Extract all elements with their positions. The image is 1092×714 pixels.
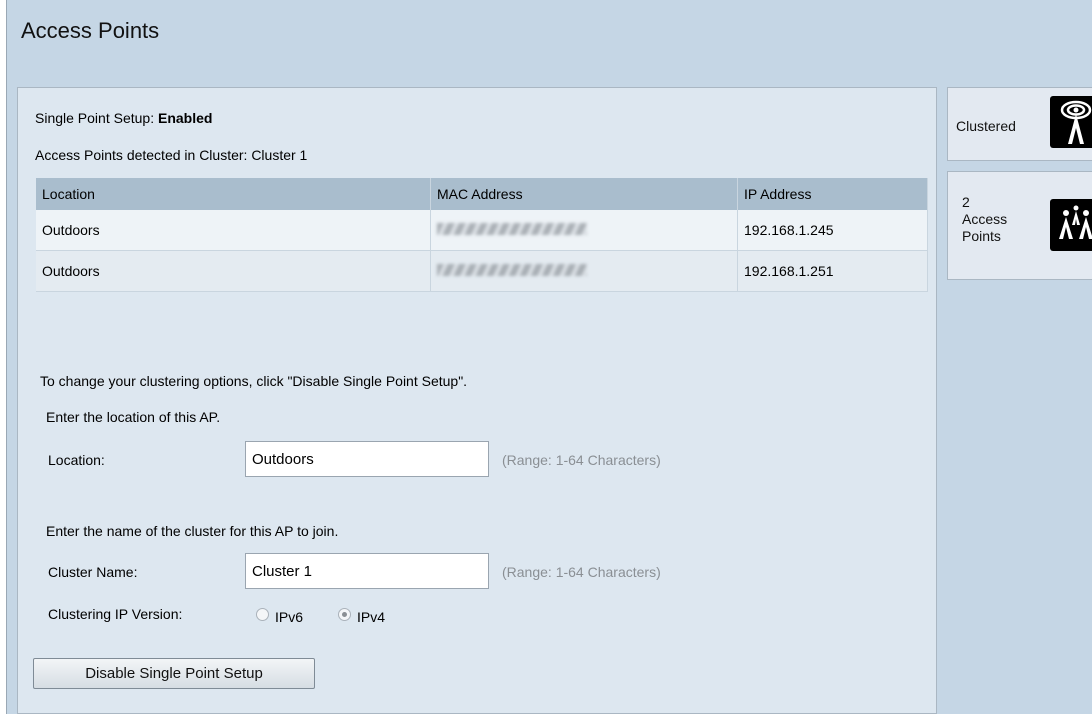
ipv6-radio[interactable] (256, 608, 269, 621)
cell-ip: 192.168.1.245 (737, 210, 928, 251)
table-row: Outdoors 192.168.1.251 (36, 250, 928, 292)
cell-location: Outdoors (36, 210, 431, 251)
ipv6-label: IPv6 (275, 609, 304, 625)
single-point-label: Single Point Setup: (35, 110, 155, 126)
cell-location: Outdoors (36, 250, 431, 292)
column-header-location: Location (36, 178, 431, 210)
redacted-mac (437, 264, 587, 276)
ip-version-label: Clustering IP Version: (48, 606, 183, 622)
disable-single-point-button[interactable]: Disable Single Point Setup (33, 658, 315, 689)
cell-ip: 192.168.1.251 (737, 250, 928, 292)
access-points-icon (1050, 199, 1092, 251)
cell-mac (430, 210, 738, 251)
access-points-page: Access Points Single Point Setup: Enable… (6, 0, 1092, 714)
location-prompt: Enter the location of this AP. (46, 409, 221, 425)
location-range-hint: (Range: 1-64 Characters) (502, 452, 661, 468)
single-point-panel: Single Point Setup: Enabled Access Point… (17, 87, 937, 714)
single-point-status: Single Point Setup: Enabled (35, 110, 212, 126)
table-row: Outdoors 192.168.1.245 (36, 210, 928, 251)
cluster-name-input[interactable] (245, 553, 489, 589)
clustered-card: Clustered (947, 87, 1092, 161)
cluster-range-hint: (Range: 1-64 Characters) (502, 564, 661, 580)
page-title: Access Points (21, 18, 160, 43)
detected-cluster-text: Access Points detected in Cluster: Clust… (35, 147, 308, 163)
redacted-mac (437, 223, 587, 235)
access-points-table: Location MAC Address IP Address Outdoors… (36, 178, 928, 292)
clustered-label: Clustered (956, 118, 1016, 134)
ap-label-line1: Access (962, 211, 1008, 227)
ipv4-radio[interactable] (338, 608, 351, 621)
ipv4-label: IPv4 (357, 609, 386, 625)
wireless-tower-icon (1050, 96, 1092, 148)
column-header-ip: IP Address (737, 178, 928, 210)
table-header-row: Location MAC Address IP Address (36, 178, 928, 210)
access-points-card: 2 Access Points (947, 171, 1092, 280)
column-header-mac: MAC Address (430, 178, 738, 210)
instructions-text: To change your clustering options, click… (40, 373, 468, 389)
ap-count: 2 (962, 194, 970, 210)
cell-mac (430, 250, 738, 292)
location-input[interactable] (245, 441, 489, 477)
cluster-name-label: Cluster Name: (48, 564, 138, 580)
single-point-value: Enabled (157, 110, 213, 126)
location-label: Location: (48, 452, 105, 468)
cluster-prompt: Enter the name of the cluster for this A… (46, 523, 339, 539)
ap-label-line2: Points (962, 228, 1001, 244)
